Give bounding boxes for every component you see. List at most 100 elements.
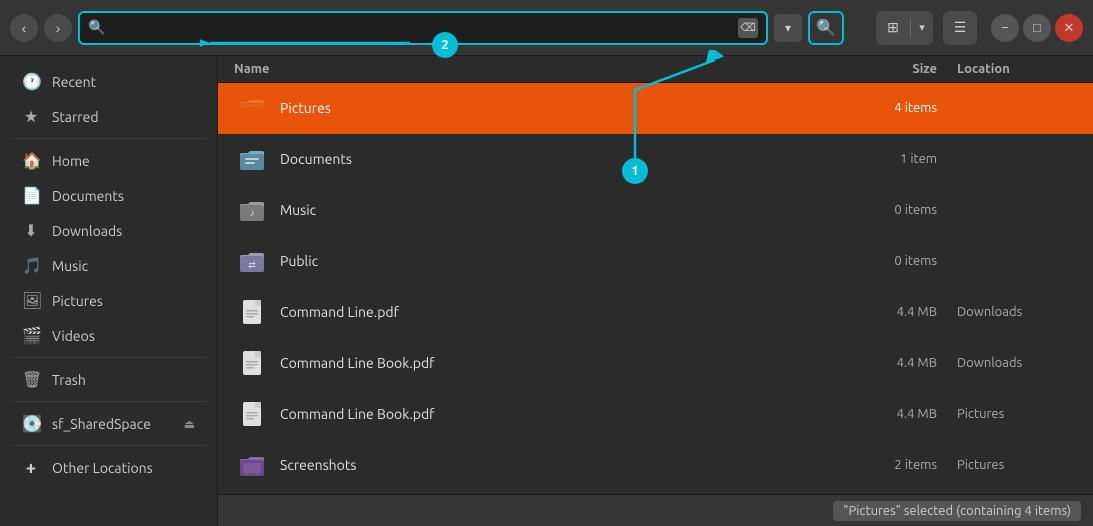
- sidebar-item-downloads[interactable]: ⬇ Downloads: [6, 213, 211, 248]
- close-icon: ✕: [1064, 20, 1075, 36]
- sidebar-item-sf-shared[interactable]: 💽 sf_SharedSpace ⏏: [6, 406, 211, 441]
- file-name-cmdline1: Command Line.pdf: [280, 304, 857, 320]
- file-icon-cmdline2: [234, 345, 270, 381]
- file-icon-pictures: [234, 90, 270, 126]
- forward-button[interactable]: ›: [44, 14, 72, 42]
- file-icon-screenshots: [234, 447, 270, 483]
- sidebar-label-starred: Starred: [52, 109, 99, 125]
- col-location-header[interactable]: Location: [957, 62, 1077, 76]
- file-row-music[interactable]: ♪ Music 0 items: [218, 185, 1093, 236]
- file-location-screenshots: Pictures: [957, 458, 1077, 472]
- status-badge: "Pictures" selected (containing 4 items): [833, 501, 1081, 521]
- maximize-icon: □: [1033, 20, 1041, 35]
- view-dropdown-arrow-icon: ▾: [919, 21, 925, 34]
- file-area: Name Size Location Pictur: [218, 56, 1093, 526]
- search-bar: 🔍 c ⌫: [78, 11, 768, 45]
- search-dropdown-button[interactable]: ▾: [774, 14, 802, 42]
- svg-text:⇄: ⇄: [248, 260, 256, 270]
- file-row-cmdline2[interactable]: Command Line Book.pdf 4.4 MB Downloads: [218, 338, 1093, 389]
- pictures-icon: 🖼: [22, 291, 40, 310]
- file-size-public: 0 items: [857, 254, 957, 268]
- music-icon: 🎵: [22, 256, 40, 275]
- eject-icon[interactable]: ⏏: [184, 417, 195, 431]
- folder-public-icon: ⇄: [238, 247, 266, 275]
- file-row-pictures[interactable]: Pictures 4 items: [218, 83, 1093, 134]
- file-row-screenshots[interactable]: Screenshots 2 items Pictures: [218, 440, 1093, 491]
- documents-icon: 📄: [22, 186, 40, 205]
- pdf-icon-1: [238, 298, 266, 326]
- sidebar-label-trash: Trash: [52, 372, 86, 388]
- sidebar-label-pictures: Pictures: [52, 293, 103, 309]
- file-name-music: Music: [280, 202, 857, 218]
- file-location-cmdline2: Downloads: [957, 356, 1077, 370]
- trash-icon: 🗑: [22, 370, 40, 389]
- search-toggle-button[interactable]: 🔍: [808, 11, 844, 45]
- sidebar-sep-1: [10, 138, 207, 139]
- toolbar: ‹ › 🔍 c ⌫ ▾ 🔍 ⊞ ▾: [0, 0, 1093, 56]
- col-size-header[interactable]: Size: [857, 62, 957, 76]
- file-size-cmdline2: 4.4 MB: [857, 356, 957, 370]
- clear-search-button[interactable]: ⌫: [738, 18, 758, 38]
- search-input[interactable]: c: [111, 20, 732, 36]
- sidebar-item-home[interactable]: 🏠 Home: [6, 143, 211, 178]
- sidebar-item-pictures[interactable]: 🖼 Pictures: [6, 283, 211, 318]
- minimize-icon: −: [1001, 20, 1009, 35]
- close-button[interactable]: ✕: [1055, 14, 1083, 42]
- list-view-icon: ☰: [954, 19, 967, 36]
- maximize-button[interactable]: □: [1023, 14, 1051, 42]
- forward-icon: ›: [56, 20, 61, 36]
- file-location-cmdline3: Pictures: [957, 407, 1077, 421]
- file-size-documents: 1 item: [857, 152, 957, 166]
- sidebar-item-starred[interactable]: ★ Starred: [6, 99, 211, 134]
- back-icon: ‹: [22, 20, 27, 36]
- grid-view-icon: ⊞: [887, 19, 899, 36]
- file-row-cmdline1[interactable]: Command Line.pdf 4.4 MB Downloads: [218, 287, 1093, 338]
- back-button[interactable]: ‹: [10, 14, 38, 42]
- file-icon-documents: [234, 141, 270, 177]
- starred-icon: ★: [22, 107, 40, 126]
- file-row-documents[interactable]: Documents 1 item: [218, 134, 1093, 185]
- sidebar-label-music: Music: [52, 258, 88, 274]
- sidebar-item-videos[interactable]: 🎬 Videos: [6, 318, 211, 353]
- home-icon: 🏠: [22, 151, 40, 170]
- view-dropdown-button[interactable]: ▾: [911, 11, 933, 45]
- grid-view-button[interactable]: ⊞: [876, 11, 910, 45]
- file-icon-music: ♪: [234, 192, 270, 228]
- sidebar-label-other-locations: Other Locations: [52, 460, 153, 476]
- col-name-header[interactable]: Name: [234, 62, 857, 76]
- videos-icon: 🎬: [22, 326, 40, 345]
- clear-icon: ⌫: [740, 21, 756, 34]
- file-icon-public: ⇄: [234, 243, 270, 279]
- file-size-music: 0 items: [857, 203, 957, 217]
- search-bar-icon: 🔍: [88, 19, 105, 36]
- file-name-cmdline3: Command Line Book.pdf: [280, 406, 857, 422]
- list-view-button[interactable]: ☰: [943, 11, 977, 45]
- sidebar-item-trash[interactable]: 🗑 Trash: [6, 362, 211, 397]
- other-locations-icon: +: [22, 458, 40, 478]
- sidebar: 🕐 Recent ★ Starred 🏠 Home 📄 Documents ⬇ …: [0, 56, 218, 526]
- file-size-pictures: 4 items: [857, 101, 957, 115]
- folder-screenshots-icon: [238, 451, 266, 479]
- file-manager-window: ‹ › 🔍 c ⌫ ▾ 🔍 ⊞ ▾: [0, 0, 1093, 526]
- sidebar-item-documents[interactable]: 📄 Documents: [6, 178, 211, 213]
- file-row-public[interactable]: ⇄ Public 0 items: [218, 236, 1093, 287]
- search-toggle-icon: 🔍: [816, 18, 836, 38]
- recent-icon: 🕐: [22, 72, 40, 91]
- file-size-cmdline3: 4.4 MB: [857, 407, 957, 421]
- file-name-screenshots: Screenshots: [280, 457, 857, 473]
- file-name-documents: Documents: [280, 151, 857, 167]
- sidebar-label-documents: Documents: [52, 188, 124, 204]
- dropdown-arrow-icon: ▾: [785, 21, 791, 35]
- sidebar-sep-4: [10, 445, 207, 446]
- sidebar-label-recent: Recent: [52, 74, 96, 90]
- sidebar-label-sf-shared: sf_SharedSpace: [52, 416, 151, 432]
- sidebar-item-music[interactable]: 🎵 Music: [6, 248, 211, 283]
- minimize-button[interactable]: −: [991, 14, 1019, 42]
- file-row-cmdline3[interactable]: Command Line Book.pdf 4.4 MB Pictures: [218, 389, 1093, 440]
- pdf-icon-3: [238, 400, 266, 428]
- folder-orange-icon: [238, 94, 266, 122]
- pdf-icon-2: [238, 349, 266, 377]
- window-controls: − □ ✕: [991, 14, 1083, 42]
- sidebar-item-other-locations[interactable]: + Other Locations: [6, 450, 211, 486]
- sidebar-item-recent[interactable]: 🕐 Recent: [6, 64, 211, 99]
